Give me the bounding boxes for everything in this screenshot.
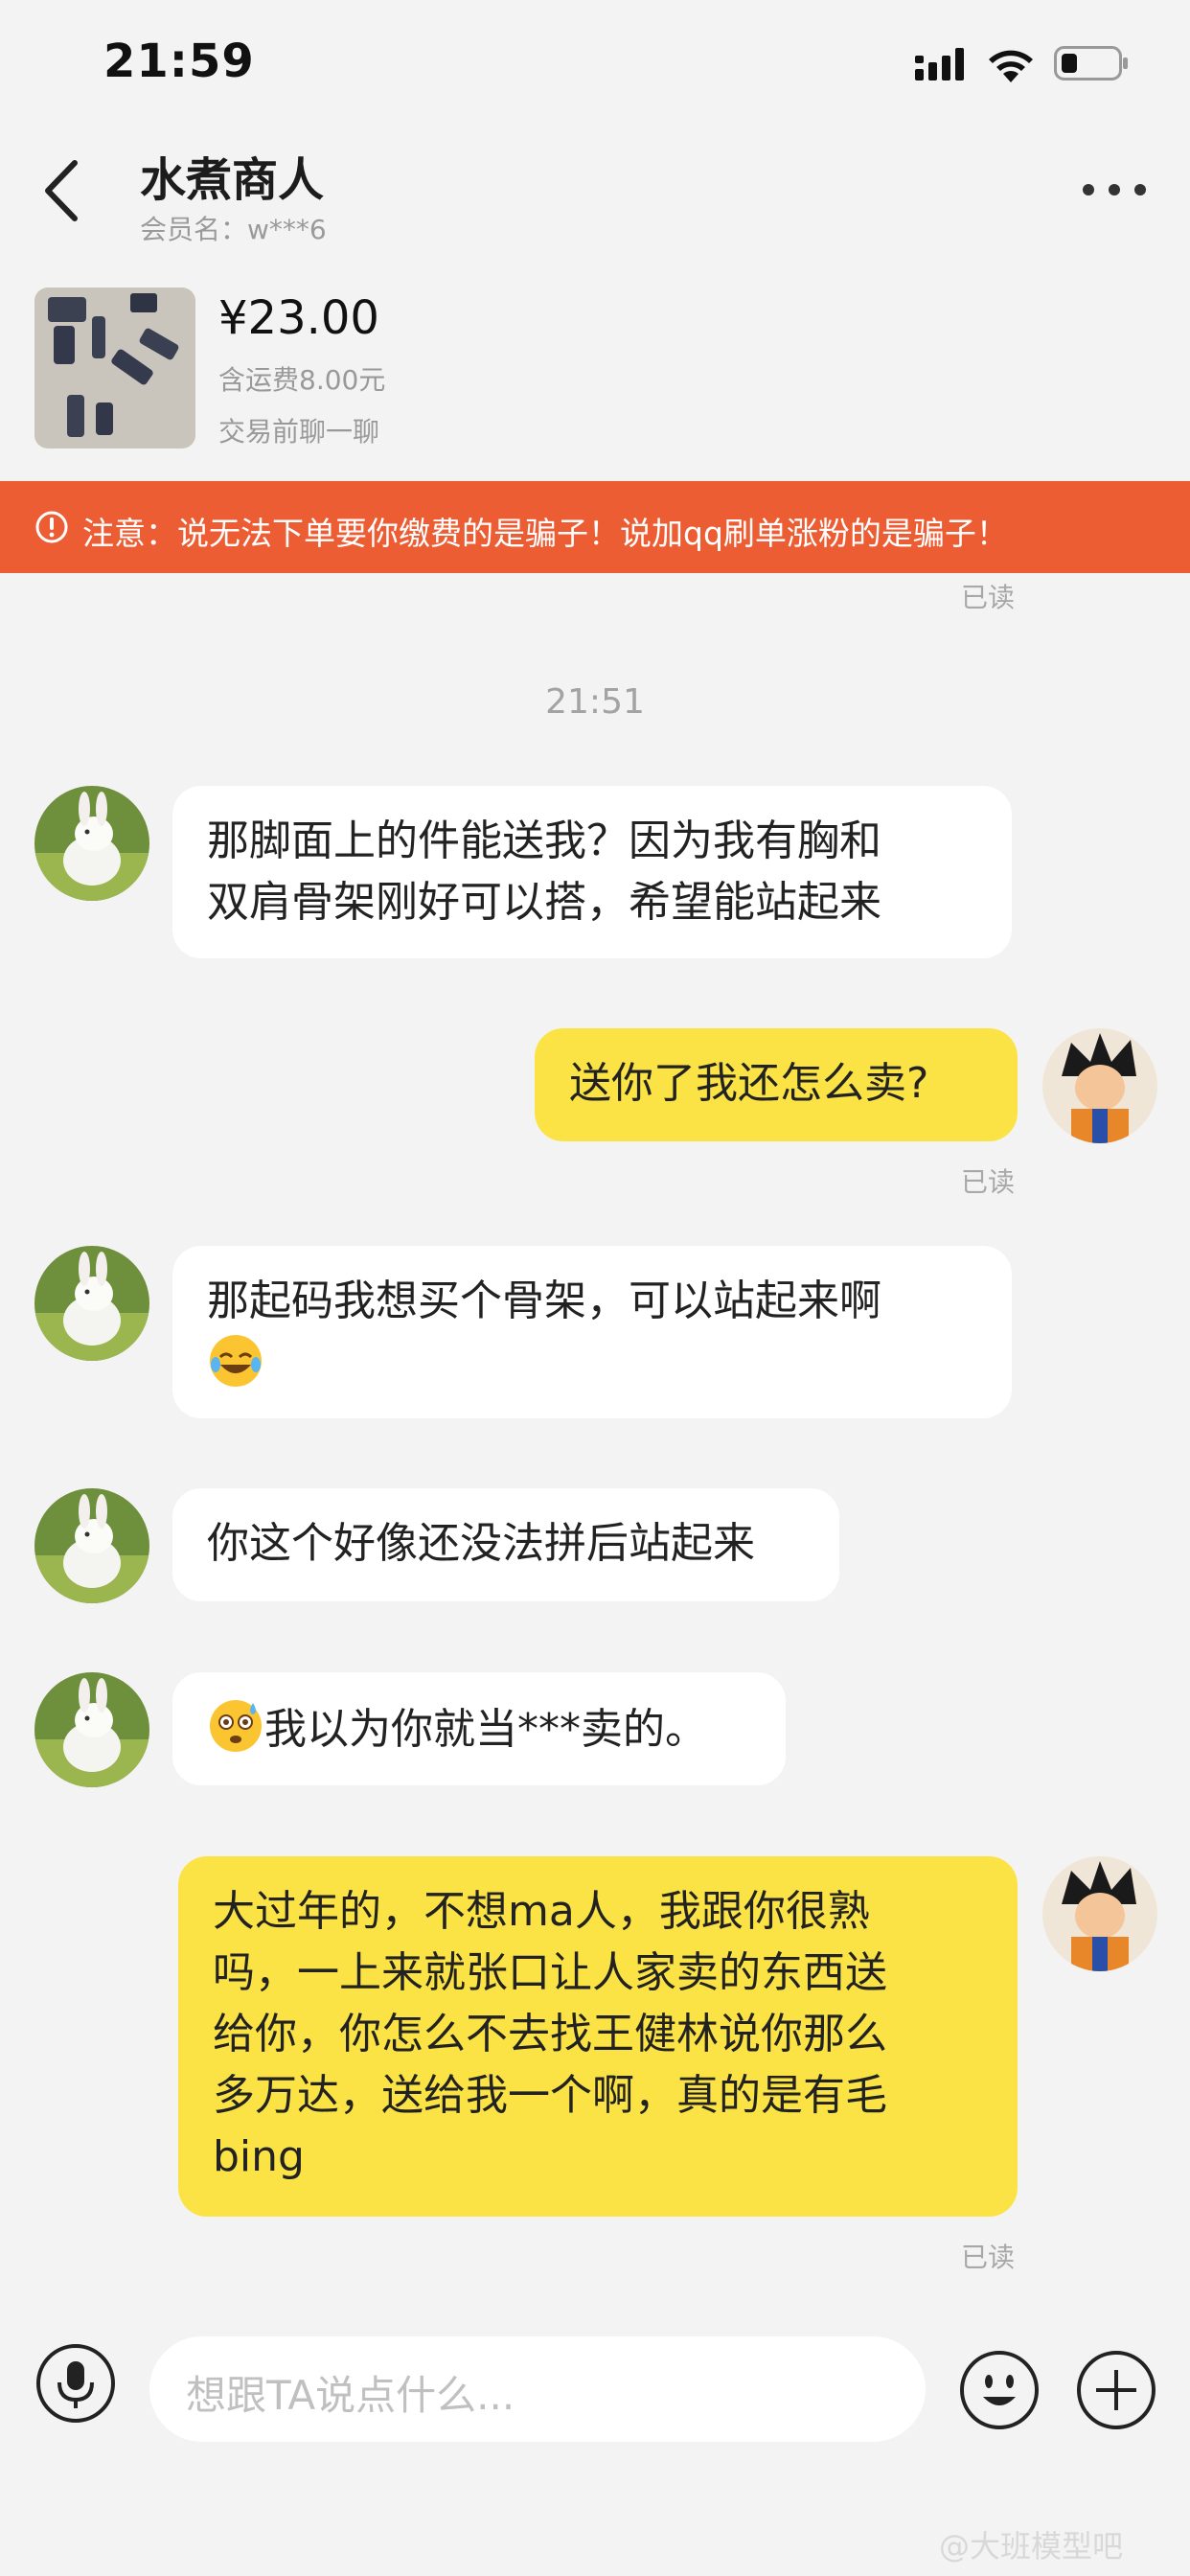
seller-avatar[interactable] — [34, 1488, 149, 1603]
product-thumbnail[interactable] — [34, 288, 195, 448]
seller-avatar[interactable] — [34, 1246, 149, 1361]
message-line: 吗，一上来就张口让人家卖的东西送 — [213, 1948, 887, 1997]
message-bubble[interactable]: 你这个好像还没法拼后站起来 — [172, 1488, 839, 1601]
read-receipt: 已读 — [961, 2242, 1016, 2273]
message-text: 我以为你就当***卖的。 — [264, 1705, 707, 1754]
product-price: ¥23.00 — [218, 291, 379, 345]
message-line: 送你了我还怎么卖? — [569, 1059, 929, 1108]
my-avatar[interactable] — [1042, 1028, 1157, 1143]
status-time: 21:59 — [103, 34, 255, 88]
message-line: 多万达，送给我一个啊，真的是有毛 — [213, 2071, 887, 2120]
seller-avatar[interactable] — [34, 1672, 149, 1787]
flushed-sweat-emoji — [210, 1700, 262, 1752]
my-avatar[interactable] — [1042, 1856, 1157, 1971]
chat-title: 水煮商人 — [140, 153, 325, 207]
message-line: bing — [213, 2132, 305, 2181]
message-line: 那脚面上的件能送我？因为我有胸和 — [207, 816, 881, 865]
message-bubble[interactable]: 送你了我还怎么卖? — [535, 1028, 1018, 1141]
mic-icon[interactable] — [34, 2342, 117, 2425]
battery-icon — [1054, 46, 1128, 80]
watermark: @大班模型吧 — [939, 2528, 1124, 2564]
member-name: 会员名：w***6 — [140, 214, 327, 245]
message-bubble[interactable]: 大过年的，不想ma人，我跟你很熟 吗，一上来就张口让人家卖的东西送 给你，你怎么… — [178, 1856, 1018, 2217]
message-line: 给你，你怎么不去找王健林说你那么 — [213, 2010, 887, 2058]
more-icon[interactable] — [1081, 180, 1148, 199]
emoji-icon[interactable] — [958, 2349, 1041, 2431]
plus-icon[interactable] — [1075, 2349, 1157, 2431]
read-receipt: 已读 — [961, 582, 1016, 613]
wifi-icon — [989, 50, 1033, 82]
input-placeholder: 想跟TA说点什么... — [186, 2372, 515, 2419]
pre-trade-note: 交易前聊一聊 — [218, 416, 380, 448]
message-bubble[interactable]: 那脚面上的件能送我？因为我有胸和 双肩骨架刚好可以搭，希望能站起来 — [172, 786, 1012, 958]
tears-of-joy-emoji — [210, 1335, 262, 1387]
message-line: 双肩骨架刚好可以搭，希望能站起来 — [207, 878, 881, 927]
signal-icon — [915, 48, 964, 80]
message-line: 大过年的，不想ma人，我跟你很熟 — [213, 1887, 870, 1936]
time-divider: 21:51 — [545, 682, 645, 722]
warning-icon — [35, 511, 68, 543]
warning-text: 注意：说无法下单要你缴费的是骗子！说加qq刷单涨粉的是骗子！ — [82, 515, 1008, 552]
message-line: 那起码我想买个骨架，可以站起来啊 — [207, 1276, 881, 1325]
seller-avatar[interactable] — [34, 786, 149, 901]
shipping-fee: 含运费8.00元 — [218, 364, 386, 396]
message-line: 你这个好像还没法拼后站起来 — [207, 1519, 755, 1568]
back-icon[interactable] — [42, 159, 80, 222]
message-bubble[interactable]: 那起码我想买个骨架，可以站起来啊 — [172, 1246, 1012, 1418]
read-receipt: 已读 — [961, 1166, 1016, 1198]
message-bubble[interactable]: 我以为你就当***卖的。 — [172, 1672, 786, 1785]
